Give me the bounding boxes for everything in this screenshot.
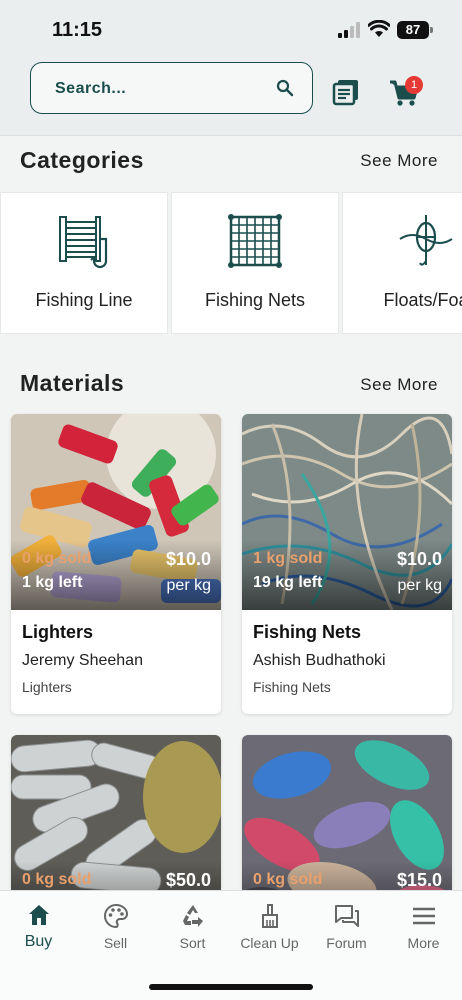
fishing-line-icon: [59, 216, 108, 269]
nav-label: More: [407, 935, 440, 951]
price-unit: per kg: [397, 577, 442, 594]
broom-icon: [261, 904, 278, 928]
price: $50.0: [165, 870, 211, 890]
nav-label: Sell: [103, 935, 128, 951]
materials-title: Materials: [20, 370, 125, 396]
material-card-floats[interactable]: 0 kg sold $50.0: [11, 735, 221, 895]
stock-left: 19 kg left: [253, 574, 323, 591]
price: $10.0: [396, 549, 442, 569]
material-category: Lighters: [22, 679, 72, 695]
categories-carousel[interactable]: Fishing Line Fishing Nets Floats/Foa: [0, 192, 462, 334]
fishing-net-icon: [228, 214, 282, 268]
home-icon: [28, 905, 49, 925]
material-card-fishing-nets[interactable]: 1 kg sold 19 kg left $10.0 per kg Fishin…: [242, 414, 452, 714]
nav-item-forum[interactable]: Forum: [308, 899, 385, 959]
material-title: Fishing Nets: [253, 622, 362, 642]
search-bar[interactable]: [30, 62, 313, 114]
app-header: 11:15 87 1: [0, 0, 462, 136]
nav-item-clean-up[interactable]: Clean Up: [231, 899, 308, 959]
categories-see-more-link[interactable]: See More: [360, 151, 438, 171]
search-icon[interactable]: [276, 79, 294, 97]
sold-amount: 0 kg sold: [22, 550, 92, 567]
status-time: 11:15: [52, 19, 103, 41]
price-unit: per kg: [166, 577, 211, 594]
status-bar: 11:15 87: [0, 0, 462, 56]
sold-amount: 0 kg sold: [22, 871, 92, 888]
battery-indicator: 87: [397, 21, 433, 39]
category-card-fishing-nets[interactable]: Fishing Nets: [171, 192, 339, 334]
cellular-signal-icon: [338, 22, 360, 38]
category-card-floats[interactable]: Floats/Foa: [342, 192, 462, 334]
seller-name: Ashish Budhathoki: [253, 652, 386, 669]
material-card-flip-flops[interactable]: 0 kg sold $15.0: [242, 735, 452, 895]
category-label: Fishing Nets: [204, 290, 306, 310]
categories-title: Categories: [20, 147, 144, 173]
nav-item-more[interactable]: More: [385, 899, 462, 959]
nav-label: Forum: [326, 935, 367, 951]
category-label: Floats/Foa: [383, 290, 462, 310]
search-input[interactable]: [55, 77, 275, 101]
category-label: Fishing Line: [35, 290, 133, 310]
material-category: Fishing Nets: [253, 679, 331, 695]
nav-label: Clean Up: [240, 935, 299, 951]
nav-label: Sort: [179, 935, 206, 951]
nav-label: Buy: [24, 933, 53, 950]
seller-name: Jeremy Sheehan: [22, 652, 143, 669]
nav-item-buy[interactable]: Buy: [0, 899, 77, 959]
material-card-lighters[interactable]: 0 kg sold 1 kg left $10.0 per kg Lighter…: [11, 414, 221, 714]
nav-item-sell[interactable]: Sell: [77, 899, 154, 959]
menu-icon: [412, 907, 435, 925]
price: $15.0: [396, 870, 442, 890]
material-title: Lighters: [22, 622, 94, 642]
stock-left: 1 kg left: [22, 574, 83, 591]
wifi-icon: [368, 20, 390, 37]
home-indicator: [149, 984, 313, 990]
recycle-icon: [182, 905, 203, 927]
forum-icon: [334, 905, 359, 927]
category-card-fishing-line[interactable]: Fishing Line: [0, 192, 168, 334]
sold-amount: 1 kg sold: [253, 550, 323, 567]
nav-item-sort[interactable]: Sort: [154, 899, 231, 959]
float-icon: [399, 215, 453, 266]
palette-icon: [103, 903, 128, 929]
cart-count-badge: 1: [405, 76, 423, 94]
orders-list-icon[interactable]: [332, 78, 360, 106]
price: $10.0: [165, 549, 211, 569]
materials-see-more-link[interactable]: See More: [360, 375, 438, 395]
sold-amount: 0 kg sold: [253, 871, 323, 888]
